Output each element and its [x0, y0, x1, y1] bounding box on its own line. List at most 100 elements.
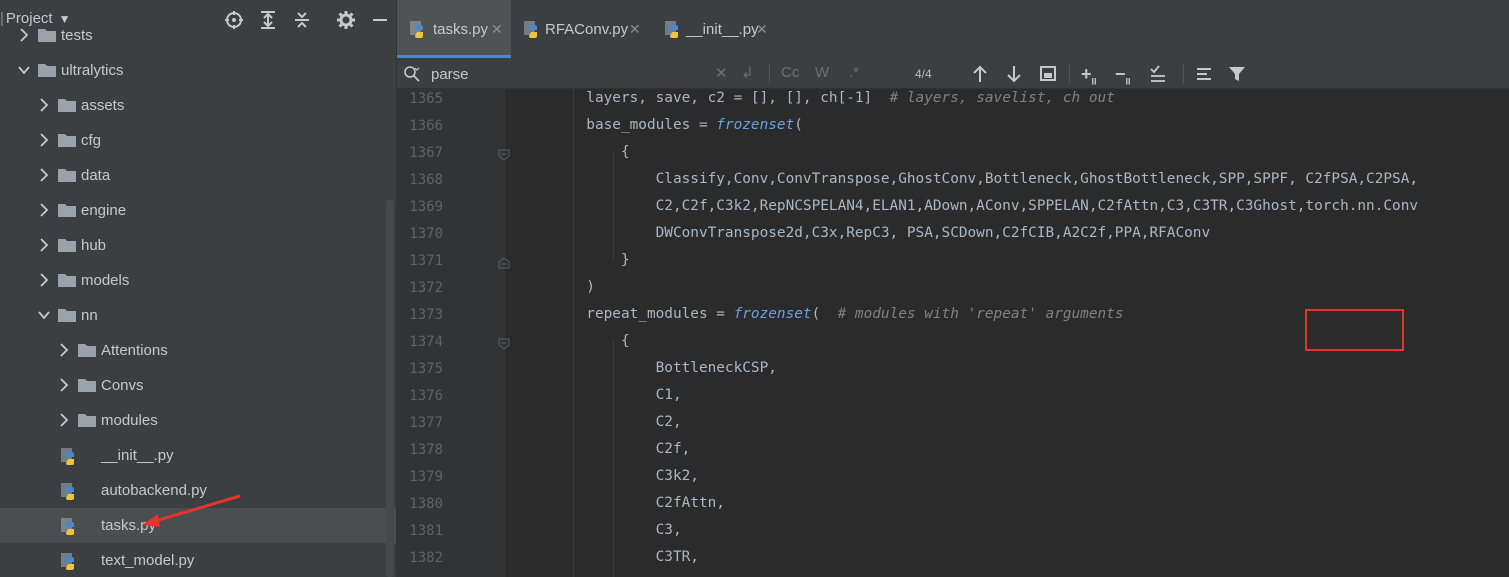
- line-number: 1365: [409, 91, 443, 107]
- tab-init-py[interactable]: __init__.py ✕: [664, 0, 784, 58]
- project-panel: | Project ▼ tests ultralytics assets cfg data e…: [0, 0, 397, 577]
- annotation-arrow: [142, 494, 241, 527]
- tree-item-label: __init__.py: [101, 447, 174, 464]
- folder-icon: [78, 379, 96, 392]
- close-icon[interactable]: ✕: [756, 21, 768, 38]
- code-line: C2f,: [517, 441, 691, 457]
- filter-lines-icon[interactable]: [1195, 64, 1215, 84]
- tree-item-label: cfg: [81, 132, 102, 149]
- tree-item-label: ultralytics: [61, 62, 124, 79]
- code-line: C1,: [517, 387, 682, 403]
- python-file-icon: [61, 448, 74, 465]
- code-line: C2fAttn,: [517, 495, 725, 511]
- tree-item-label: modules: [101, 412, 158, 429]
- tab-label: __init__.py: [686, 21, 759, 38]
- line-number: 1366: [409, 118, 443, 134]
- chevron-right-icon[interactable]: [58, 343, 70, 357]
- select-all-occurrences-icon[interactable]: [1039, 64, 1057, 84]
- filter-icon[interactable]: [1227, 64, 1247, 84]
- code-line: C3,: [517, 522, 682, 538]
- tree-item-tests[interactable]: tests: [0, 18, 397, 53]
- tab-tasks-py[interactable]: tasks.py ✕: [397, 0, 511, 58]
- tree-item-label: assets: [81, 97, 125, 114]
- tree-item-models[interactable]: models: [0, 263, 397, 298]
- comment: # modules with 'repeat' arguments: [837, 306, 1124, 322]
- python-file-icon: [61, 553, 74, 570]
- line-number: 1376: [409, 388, 443, 404]
- tree-item-init-py[interactable]: __init__.py: [0, 438, 397, 473]
- separator: [1183, 64, 1184, 84]
- folder-icon: [58, 309, 76, 322]
- tree-item-attentions[interactable]: Attentions: [0, 333, 397, 368]
- chevron-down-icon[interactable]: [38, 308, 50, 322]
- tree-item-ultralytics[interactable]: ultralytics: [0, 53, 397, 88]
- regex-toggle[interactable]: .*: [849, 64, 859, 84]
- tree-item-data[interactable]: data: [0, 158, 397, 193]
- clear-search-icon[interactable]: ✕: [715, 64, 728, 84]
- close-icon[interactable]: ✕: [629, 21, 641, 38]
- line-number: 1372: [409, 280, 443, 296]
- annotation-highlight-box: [1305, 309, 1404, 351]
- code-line: repeat_modules = frozenset( # modules wi…: [517, 306, 1124, 322]
- arrow-down-icon[interactable]: [1005, 64, 1023, 84]
- find-bar: ✕ ↲ Cc W .* 4/4 +II −II: [397, 58, 1509, 89]
- code-line: {: [517, 333, 630, 349]
- chevron-right-icon[interactable]: [38, 168, 50, 182]
- tree-item-engine[interactable]: engine: [0, 193, 397, 228]
- python-file-icon: [61, 483, 74, 500]
- match-count: 4/4: [915, 67, 932, 81]
- tree-item-nn[interactable]: nn: [0, 298, 397, 333]
- toggle-occurrences-icon[interactable]: [1149, 64, 1171, 84]
- tab-rfaconv-py[interactable]: RFAConv.py ✕: [523, 0, 653, 58]
- code-line: C2,: [517, 414, 682, 430]
- tree-item-label: tests: [61, 27, 93, 44]
- editor-tab-bar: tasks.py ✕ RFAConv.py ✕ __init__.py ✕: [397, 0, 1509, 58]
- chevron-down-icon[interactable]: [18, 63, 30, 77]
- folder-icon: [58, 204, 76, 217]
- search-icon[interactable]: [403, 65, 421, 83]
- separator: [769, 64, 770, 84]
- match-case-toggle[interactable]: Cc: [781, 64, 799, 84]
- tree-item-text-model-py[interactable]: text_model.py: [0, 543, 397, 577]
- line-number: 1382: [409, 550, 443, 566]
- chevron-right-icon[interactable]: [38, 273, 50, 287]
- tree-item-label: data: [81, 167, 111, 184]
- chevron-right-icon[interactable]: [58, 378, 70, 392]
- folder-icon: [38, 64, 56, 77]
- chevron-right-icon[interactable]: [38, 98, 50, 112]
- tree-item-cfg[interactable]: cfg: [0, 123, 397, 158]
- chevron-right-icon[interactable]: [38, 133, 50, 147]
- code-area[interactable]: layers, save, c2 = [], [], ch[-1] # laye…: [505, 89, 1509, 577]
- code-line: DWConvTranspose2d,C3x,RepC3, PSA,SCDown,…: [517, 225, 1211, 241]
- code-line: ): [517, 279, 595, 295]
- line-number: 1367: [409, 145, 443, 161]
- line-number: 1381: [409, 523, 443, 539]
- chevron-right-icon[interactable]: [38, 203, 50, 217]
- close-icon[interactable]: ✕: [491, 21, 503, 38]
- line-number: 1375: [409, 361, 443, 377]
- tree-item-convs[interactable]: Convs: [0, 368, 397, 403]
- panel-scrollbar[interactable]: [386, 200, 394, 577]
- chevron-right-icon[interactable]: [58, 413, 70, 427]
- chevron-right-icon[interactable]: [38, 238, 50, 252]
- line-number: 1380: [409, 496, 443, 512]
- history-icon[interactable]: ↲: [741, 64, 754, 84]
- chevron-right-icon[interactable]: [18, 28, 30, 42]
- add-occurrence-icon[interactable]: +II: [1081, 64, 1097, 87]
- python-file-icon: [61, 518, 74, 535]
- arrow-up-icon[interactable]: [971, 64, 989, 84]
- tree-item-assets[interactable]: assets: [0, 88, 397, 123]
- folder-icon: [58, 134, 76, 147]
- code-line: {: [517, 144, 630, 160]
- whole-word-toggle[interactable]: W: [815, 64, 829, 84]
- line-number: 1369: [409, 199, 443, 215]
- code-line: }: [517, 252, 630, 268]
- tree-item-hub[interactable]: hub: [0, 228, 397, 263]
- folder-icon: [78, 414, 96, 427]
- tree-item-label: hub: [81, 237, 107, 254]
- folder-icon: [58, 99, 76, 112]
- remove-occurrence-icon[interactable]: −II: [1115, 64, 1131, 87]
- folder-icon: [38, 29, 56, 42]
- search-input[interactable]: [431, 64, 701, 84]
- tree-item-modules[interactable]: modules: [0, 403, 397, 438]
